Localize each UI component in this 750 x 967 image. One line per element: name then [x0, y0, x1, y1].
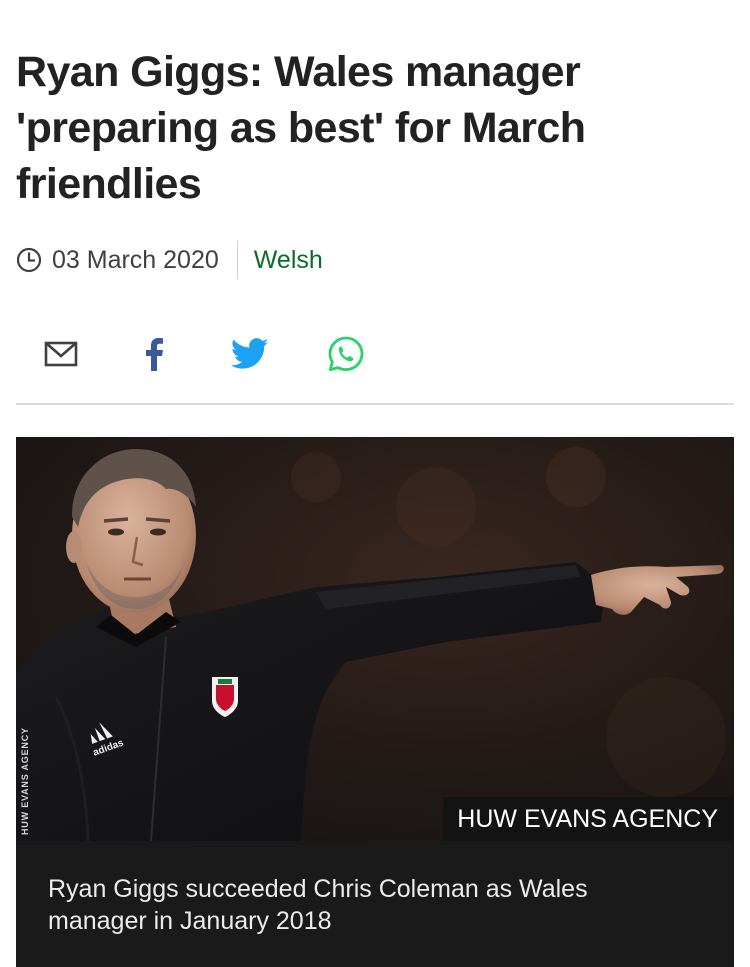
- article-page: Ryan Giggs: Wales manager 'preparing as …: [0, 0, 750, 967]
- image-credit-badge: HUW EVANS AGENCY: [443, 797, 734, 841]
- facebook-icon: [144, 337, 164, 376]
- article-meta: 03 March 2020 Welsh: [16, 240, 323, 280]
- share-whatsapp-button[interactable]: [298, 330, 394, 382]
- envelope-icon: [44, 341, 78, 372]
- share-facebook-button[interactable]: [106, 330, 202, 382]
- image-caption: Ryan Giggs succeeded Chris Coleman as Wa…: [48, 875, 588, 935]
- share-bar: [16, 330, 394, 382]
- share-email-button[interactable]: [16, 330, 106, 382]
- article-photo: adidas: [16, 437, 734, 841]
- clock-icon: [16, 247, 42, 273]
- article-figure: adidas HUW EVANS AGENCY Ryan Giggs succe…: [16, 437, 734, 967]
- article-headline: Ryan Giggs: Wales manager 'preparing as …: [16, 48, 586, 208]
- article-date: 03 March 2020: [52, 245, 219, 274]
- twitter-icon: [230, 337, 269, 375]
- whatsapp-icon: [327, 335, 365, 378]
- share-divider: [16, 403, 734, 405]
- image-side-credit: HUW EVANS AGENCY: [20, 727, 30, 835]
- welsh-language-link[interactable]: Welsh: [254, 246, 323, 275]
- share-twitter-button[interactable]: [202, 330, 298, 382]
- meta-divider: [236, 241, 238, 279]
